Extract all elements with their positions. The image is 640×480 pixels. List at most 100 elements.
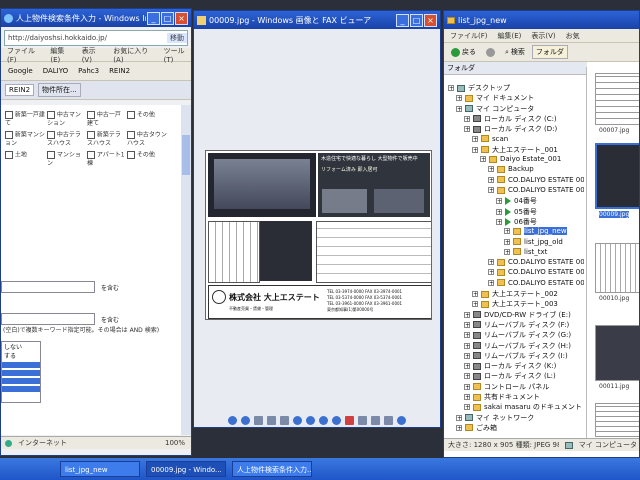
option-item[interactable]: 新築テラスハウス xyxy=(87,131,125,148)
tree-item[interactable]: + 大上エステート_002 xyxy=(472,289,558,299)
edit-button[interactable] xyxy=(384,415,393,425)
expand-toggle[interactable]: + xyxy=(488,187,494,194)
expand-toggle[interactable]: + xyxy=(464,352,470,359)
expand-toggle[interactable]: + xyxy=(456,414,462,421)
expand-toggle[interactable]: + xyxy=(472,146,478,153)
expand-toggle[interactable]: + xyxy=(464,115,470,122)
tree-item[interactable]: + マイ ネットワーク xyxy=(456,413,534,423)
list-item[interactable] xyxy=(2,386,40,392)
link-pahc3[interactable]: Pahc3 xyxy=(75,66,102,76)
option-checkbox[interactable] xyxy=(47,151,55,159)
tree-item[interactable]: + ごみ箱 xyxy=(456,423,497,433)
menu-favorites[interactable]: お気に入り(A) xyxy=(113,46,153,64)
expand-toggle[interactable]: + xyxy=(464,363,470,370)
expand-toggle[interactable]: + xyxy=(464,311,470,318)
tree-item[interactable]: + DVD/CD-RW ドライブ (E:) xyxy=(464,310,571,320)
expand-toggle[interactable]: + xyxy=(488,166,494,173)
explorer-titlebar[interactable]: list_jpg_new xyxy=(444,11,639,29)
next-image-button[interactable] xyxy=(241,415,250,425)
rotate-cw-button[interactable] xyxy=(319,415,328,425)
option-item[interactable]: その他 xyxy=(127,151,167,160)
option-checkbox[interactable] xyxy=(47,111,55,119)
expand-toggle[interactable]: + xyxy=(496,218,502,225)
delete-button[interactable] xyxy=(345,415,354,425)
thumbnail[interactable] xyxy=(595,325,639,381)
expand-toggle[interactable]: + xyxy=(488,269,494,276)
tree-item[interactable]: + ローカル ディスク (K:) xyxy=(464,361,556,371)
expand-toggle[interactable]: + xyxy=(472,301,478,308)
back-button[interactable]: 戻る xyxy=(448,46,479,58)
slideshow-button[interactable] xyxy=(280,415,289,425)
tree-item[interactable]: + CO.DALIYO ESTATE 005 xyxy=(488,279,584,287)
search-button[interactable]: ⌕ 検索 xyxy=(502,46,528,58)
option-checkbox[interactable] xyxy=(5,151,13,159)
menu-tools[interactable]: ツール(T) xyxy=(164,46,191,64)
expand-toggle[interactable]: + xyxy=(496,208,502,215)
option-item[interactable]: 新築一戸建て xyxy=(5,111,45,128)
help-button[interactable] xyxy=(397,415,406,425)
option-item[interactable]: 中古テラスハウス xyxy=(47,131,85,148)
option-listbox[interactable]: しない する xyxy=(1,341,41,403)
tree-item[interactable]: + CO.DALIYO ESTATE 001 xyxy=(488,176,584,184)
tree-item[interactable]: + リムーバブル ディスク (I:) xyxy=(464,351,568,361)
best-fit-button[interactable] xyxy=(254,415,263,425)
zoom-level[interactable]: 100% xyxy=(165,439,185,447)
tree-item[interactable]: + ローカル ディスク (D:) xyxy=(464,124,557,134)
previous-image-button[interactable] xyxy=(228,415,237,425)
tree-item[interactable]: + ローカル ディスク (L:) xyxy=(464,371,556,381)
tree-item[interactable]: + コントロール パネル xyxy=(464,382,549,392)
option-checkbox[interactable] xyxy=(5,131,13,139)
option-item[interactable]: 中古タウンハウス xyxy=(127,131,167,148)
print-button[interactable] xyxy=(358,415,367,425)
menu-edit[interactable]: 編集(E) xyxy=(498,31,522,41)
expand-toggle[interactable]: + xyxy=(464,126,470,133)
tab-rein2[interactable]: REIN2 xyxy=(5,84,35,96)
forward-button[interactable] xyxy=(483,47,498,58)
link-rein2[interactable]: REIN2 xyxy=(106,66,133,76)
tree-item[interactable]: + 共有ドキュメント xyxy=(464,392,540,402)
expand-toggle[interactable]: + xyxy=(488,279,494,286)
keyword-input-2[interactable] xyxy=(1,313,95,325)
expand-toggle[interactable]: + xyxy=(456,95,462,102)
expand-toggle[interactable]: + xyxy=(448,85,454,92)
expand-toggle[interactable]: + xyxy=(464,373,470,380)
tree-item[interactable]: + sakai masaru のドキュメント xyxy=(464,402,582,412)
tree-item[interactable]: + list_txt xyxy=(504,248,547,256)
menu-edit[interactable]: 編集(E) xyxy=(50,46,71,64)
option-checkbox[interactable] xyxy=(87,151,95,159)
option-item[interactable]: アパート1棟 xyxy=(87,151,125,168)
list-item[interactable] xyxy=(2,378,40,384)
tree-item[interactable]: + CO.DALIYO ESTATE 004 xyxy=(488,268,584,276)
expand-toggle[interactable]: + xyxy=(464,332,470,339)
minimize-button[interactable]: _ xyxy=(147,11,160,25)
keyword-input-1[interactable] xyxy=(1,281,95,293)
expand-toggle[interactable]: + xyxy=(456,105,462,112)
tree-item[interactable]: +05番号 xyxy=(496,207,537,217)
zoom-in-button[interactable] xyxy=(293,415,302,425)
taskbar-item-ie[interactable]: 人上物件検索条件入力... xyxy=(232,461,312,477)
expand-toggle[interactable]: + xyxy=(488,176,494,183)
menu-view[interactable]: 表示(V) xyxy=(531,31,555,41)
option-checkbox[interactable] xyxy=(127,131,135,139)
minimize-button[interactable]: _ xyxy=(396,13,409,27)
thumbnail[interactable] xyxy=(595,143,639,209)
rotate-ccw-button[interactable] xyxy=(332,415,341,425)
list-item[interactable]: する xyxy=(2,351,40,360)
link-google[interactable]: Google xyxy=(5,66,36,76)
tree-item[interactable]: + マイ ドキュメント xyxy=(456,93,534,103)
tree-item[interactable]: + CO.DALIYO ESTATE 002 xyxy=(488,186,584,194)
expand-toggle[interactable]: + xyxy=(472,135,478,142)
menu-file[interactable]: ファイル(F) xyxy=(450,31,488,41)
tree-item[interactable]: + リムーバブル ディスク (H:) xyxy=(464,341,571,351)
expand-toggle[interactable]: + xyxy=(480,156,486,163)
option-checkbox[interactable] xyxy=(5,111,13,119)
option-item[interactable]: その他 xyxy=(127,111,167,120)
link-daliyo[interactable]: DALIYO xyxy=(40,66,71,76)
option-item[interactable]: 中古マンション xyxy=(47,111,85,128)
expand-toggle[interactable]: + xyxy=(496,198,502,205)
tree-item[interactable]: + 大上エステート_003 xyxy=(472,299,558,309)
option-checkbox[interactable] xyxy=(87,131,95,139)
expand-toggle[interactable]: + xyxy=(464,404,470,411)
option-item[interactable]: マンション xyxy=(47,151,85,168)
ie-titlebar[interactable]: 人上物件検索条件入力 - Windows Inter... _ □ × xyxy=(1,9,191,27)
